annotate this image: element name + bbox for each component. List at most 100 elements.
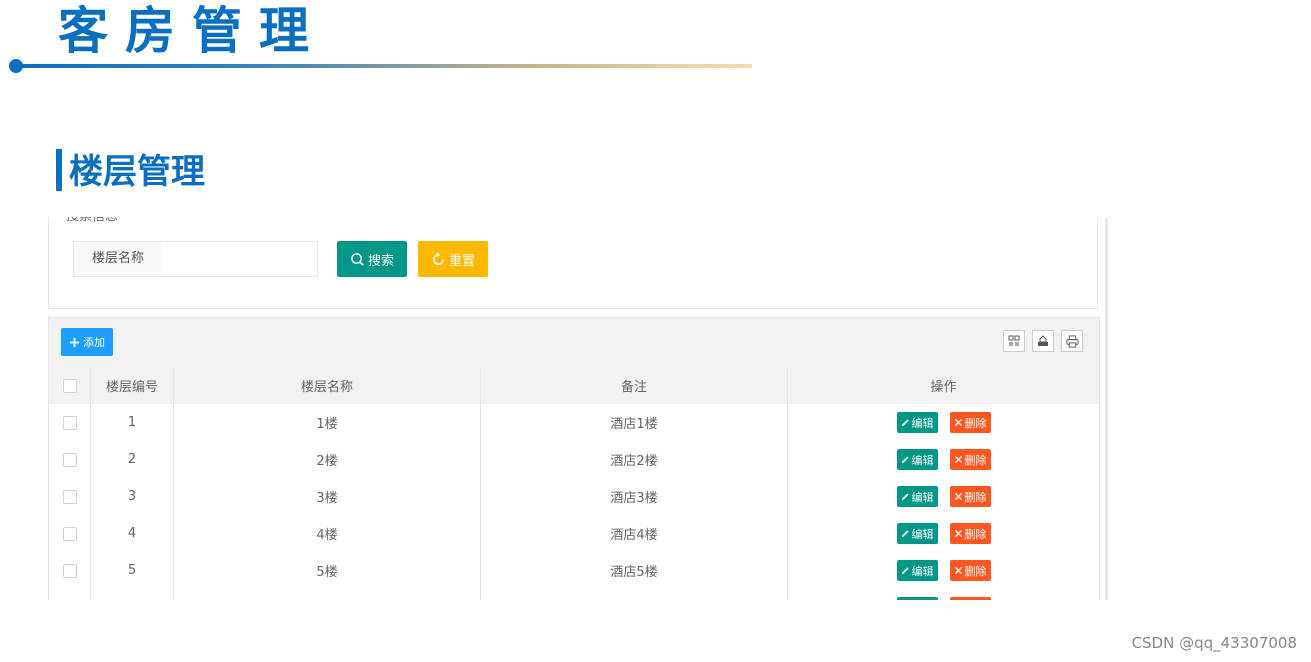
edit-button-label: 编辑 bbox=[911, 490, 934, 504]
delete-button-label: 删除 bbox=[964, 416, 987, 430]
table-header: 楼层编号 楼层名称 备注 操作 bbox=[49, 367, 1099, 405]
floor-number-cell: 4 bbox=[91, 515, 174, 552]
search-button[interactable]: 搜索 bbox=[337, 241, 407, 277]
pencil-icon bbox=[901, 419, 909, 427]
grid-icon bbox=[1008, 335, 1020, 346]
pencil-icon bbox=[901, 493, 909, 501]
delete-button-label: 删除 bbox=[965, 600, 987, 601]
edit-button-label: 编辑 bbox=[912, 600, 934, 601]
table-row: 1 1楼 酒店1楼 编辑 删除 bbox=[49, 404, 1099, 442]
floor-management-panel: 搜索信息 楼层名称 搜索 重置 添加 bbox=[40, 217, 1108, 600]
table-row: 5 5楼 酒店5楼 编辑 删除 bbox=[49, 552, 1099, 590]
delete-button[interactable]: 删除 bbox=[949, 486, 991, 507]
floor-name-cell: 2楼 bbox=[174, 441, 481, 478]
search-icon bbox=[351, 252, 364, 266]
floor-number-cell: 2 bbox=[91, 441, 174, 478]
close-icon bbox=[954, 529, 962, 538]
plus-icon bbox=[69, 337, 80, 347]
table-row: 2 2楼 酒店2楼 编辑 删除 bbox=[49, 441, 1099, 479]
search-button-label: 搜索 bbox=[367, 253, 394, 269]
header-remark: 备注 bbox=[481, 367, 788, 404]
delete-button[interactable]: 删除 bbox=[949, 412, 991, 433]
remark-cell: 酒店4楼 bbox=[481, 515, 788, 552]
edit-button[interactable]: 编辑 bbox=[896, 597, 938, 601]
floor-number-cell: 6 bbox=[91, 589, 174, 600]
table-row: 4 4楼 酒店4楼 编辑 删除 bbox=[49, 515, 1099, 553]
edit-button[interactable]: 编辑 bbox=[896, 412, 938, 433]
row-select-cell bbox=[49, 441, 91, 478]
floor-name-cell: 4楼 bbox=[174, 515, 481, 552]
add-button-label: 添加 bbox=[83, 336, 105, 349]
export-icon[interactable] bbox=[1032, 330, 1054, 352]
edit-button-label: 编辑 bbox=[911, 416, 934, 430]
section-title: 楼层管理 bbox=[69, 152, 205, 192]
export-file-icon bbox=[1038, 335, 1048, 346]
header-floor-number: 楼层编号 bbox=[91, 367, 174, 404]
floor-name-label: 楼层名称 bbox=[73, 241, 163, 277]
row-select-cell bbox=[49, 589, 91, 600]
search-panel: 搜索信息 楼层名称 搜索 重置 bbox=[48, 217, 1098, 309]
refresh-icon bbox=[433, 251, 444, 265]
row-select-cell bbox=[49, 515, 91, 552]
search-legend: 搜索信息 bbox=[66, 217, 118, 225]
floor-name-input[interactable] bbox=[162, 241, 318, 277]
floor-name-cell: 5楼 bbox=[174, 552, 481, 589]
header-floor-name: 楼层名称 bbox=[174, 367, 481, 404]
floor-number-cell: 5 bbox=[91, 552, 174, 589]
delete-button[interactable]: 删除 bbox=[949, 449, 991, 470]
floor-number-cell: 3 bbox=[91, 478, 174, 515]
select-all-checkbox[interactable] bbox=[62, 378, 77, 393]
remark-cell: 酒店5楼 bbox=[481, 552, 788, 589]
delete-button-label: 删除 bbox=[964, 564, 987, 578]
reset-button-label: 重置 bbox=[448, 253, 475, 269]
delete-button[interactable]: 删除 bbox=[949, 523, 991, 544]
edit-button-label: 编辑 bbox=[911, 453, 934, 467]
edit-button-label: 编辑 bbox=[911, 564, 934, 578]
close-icon bbox=[954, 492, 962, 501]
actions-cell: 编辑 删除 bbox=[788, 441, 1099, 478]
banner-title: 客房管理 bbox=[58, 2, 326, 60]
pencil-icon bbox=[901, 567, 909, 575]
printer-icon bbox=[1065, 334, 1079, 348]
delete-button-label: 删除 bbox=[964, 490, 987, 504]
edit-button[interactable]: 编辑 bbox=[896, 523, 938, 544]
header-select-all bbox=[49, 367, 91, 404]
pencil-icon bbox=[901, 530, 909, 538]
print-icon[interactable] bbox=[1061, 330, 1083, 352]
edit-button[interactable]: 编辑 bbox=[896, 560, 938, 581]
edit-button[interactable]: 编辑 bbox=[896, 449, 938, 470]
delete-button-label: 删除 bbox=[964, 527, 987, 541]
add-button[interactable]: 添加 bbox=[61, 328, 113, 356]
remark-cell: 酒店1楼 bbox=[481, 404, 788, 441]
section-accent-bar bbox=[56, 149, 62, 191]
row-select-cell bbox=[49, 478, 91, 515]
row-checkbox[interactable] bbox=[62, 563, 77, 578]
close-icon bbox=[954, 418, 962, 427]
table-row: 3 3楼 酒店3楼 编辑 删除 bbox=[49, 478, 1099, 516]
row-checkbox[interactable] bbox=[62, 415, 77, 430]
floor-name-cell: 6楼 bbox=[174, 589, 481, 600]
row-checkbox[interactable] bbox=[62, 526, 77, 541]
delete-button[interactable]: 删除 bbox=[949, 560, 991, 581]
floor-name-cell: 1楼 bbox=[174, 404, 481, 441]
actions-cell: 编辑 删除 bbox=[788, 589, 1099, 600]
delete-button[interactable]: 删除 bbox=[949, 597, 991, 601]
row-select-cell bbox=[49, 552, 91, 589]
edit-button[interactable]: 编辑 bbox=[896, 486, 938, 507]
header-actions: 操作 bbox=[930, 380, 957, 395]
remark-cell: 酒店6楼 bbox=[481, 589, 788, 600]
watermark: CSDN @qq_43307008 bbox=[1131, 634, 1297, 652]
table-toolbar: 添加 bbox=[49, 318, 1099, 368]
row-select-cell bbox=[49, 404, 91, 441]
reset-button[interactable]: 重置 bbox=[418, 241, 488, 277]
actions-cell: 编辑 删除 bbox=[788, 515, 1099, 552]
actions-cell: 编辑 删除 bbox=[788, 478, 1099, 515]
row-checkbox[interactable] bbox=[62, 452, 77, 467]
row-checkbox[interactable] bbox=[62, 489, 77, 504]
pencil-icon bbox=[901, 456, 909, 464]
close-icon bbox=[954, 455, 962, 464]
floor-number-cell: 1 bbox=[91, 404, 174, 441]
panel-scroll-edge bbox=[1105, 217, 1108, 600]
column-filter-icon[interactable] bbox=[1003, 330, 1025, 352]
banner-divider bbox=[18, 64, 752, 68]
